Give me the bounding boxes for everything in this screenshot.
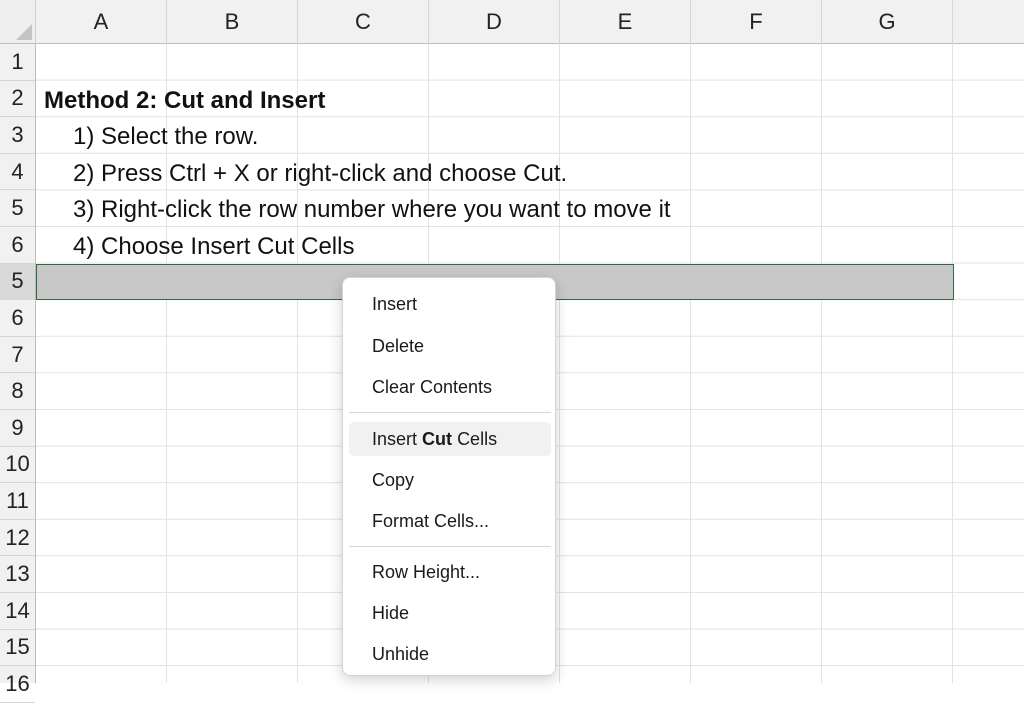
select-all-triangle-icon bbox=[16, 24, 32, 40]
row-header-5[interactable]: 5 bbox=[0, 190, 35, 227]
row-header-16[interactable]: 16 bbox=[0, 666, 35, 703]
menu-item-hide[interactable]: Hide bbox=[349, 596, 551, 630]
menu-item-row-height[interactable]: Row Height... bbox=[349, 555, 551, 589]
row-header-2[interactable]: 2 bbox=[0, 81, 35, 118]
row-header-10[interactable]: 10 bbox=[0, 447, 35, 484]
row-header-3[interactable]: 3 bbox=[0, 117, 35, 154]
column-header-e[interactable]: E bbox=[560, 0, 691, 44]
spreadsheet: A B C D E F G 1 2 3 4 5 6 5 6 7 8 9 10 1… bbox=[0, 0, 1024, 703]
row-header-7[interactable]: 7 bbox=[0, 337, 35, 374]
row-header-12[interactable]: 12 bbox=[0, 520, 35, 557]
cell-a6-step4[interactable]: 4) Choose Insert Cut Cells bbox=[73, 229, 354, 265]
row-header-9[interactable]: 9 bbox=[0, 410, 35, 447]
select-all-corner[interactable] bbox=[0, 0, 36, 44]
menu-item-copy[interactable]: Copy bbox=[349, 463, 551, 497]
menu-item-insert-cut-cells[interactable]: Insert Cut Cells bbox=[349, 422, 551, 456]
column-header-c[interactable]: C bbox=[298, 0, 429, 44]
row-header-13[interactable]: 13 bbox=[0, 556, 35, 593]
row-header-14[interactable]: 14 bbox=[0, 593, 35, 630]
context-menu: Insert Delete Clear Contents Insert Cut … bbox=[342, 277, 556, 676]
row-header-5-selected[interactable]: 5 bbox=[0, 263, 35, 301]
menu-separator bbox=[349, 412, 551, 413]
cell-a4-step2[interactable]: 2) Press Ctrl + X or right-click and cho… bbox=[73, 156, 567, 192]
column-header-d[interactable]: D bbox=[429, 0, 560, 44]
menu-item-delete[interactable]: Delete bbox=[349, 329, 551, 363]
insert-cut-cells-label-bold: Cut bbox=[422, 429, 453, 449]
menu-item-format-cells[interactable]: Format Cells... bbox=[349, 504, 551, 538]
row-header-15[interactable]: 15 bbox=[0, 630, 35, 667]
row-header-6b[interactable]: 6 bbox=[0, 300, 35, 337]
column-header-b[interactable]: B bbox=[167, 0, 298, 44]
cell-a2-heading[interactable]: Method 2: Cut and Insert bbox=[44, 83, 325, 119]
column-header-g[interactable]: G bbox=[822, 0, 953, 44]
insert-cut-cells-label-post: Cells bbox=[457, 429, 498, 449]
cell-a5-step3[interactable]: 3) Right-click the row number where you … bbox=[73, 192, 671, 228]
cell-a3-step1[interactable]: 1) Select the row. bbox=[73, 119, 258, 155]
menu-item-clear-contents[interactable]: Clear Contents bbox=[349, 370, 551, 404]
column-header: A B C D E F G bbox=[36, 0, 1024, 44]
menu-separator bbox=[349, 546, 551, 547]
column-header-h[interactable] bbox=[953, 0, 1023, 44]
row-header-4[interactable]: 4 bbox=[0, 154, 35, 191]
insert-cut-cells-label-pre: Insert bbox=[372, 429, 418, 449]
row-header-6[interactable]: 6 bbox=[0, 227, 35, 264]
menu-item-insert[interactable]: Insert bbox=[349, 287, 551, 321]
row-header: 1 2 3 4 5 6 5 6 7 8 9 10 11 12 13 14 15 … bbox=[0, 44, 36, 703]
menu-item-unhide[interactable]: Unhide bbox=[349, 637, 551, 671]
column-header-a[interactable]: A bbox=[36, 0, 167, 44]
row-header-11[interactable]: 11 bbox=[0, 483, 35, 520]
column-header-f[interactable]: F bbox=[691, 0, 822, 44]
row-header-8[interactable]: 8 bbox=[0, 373, 35, 410]
row-header-1[interactable]: 1 bbox=[0, 44, 35, 81]
